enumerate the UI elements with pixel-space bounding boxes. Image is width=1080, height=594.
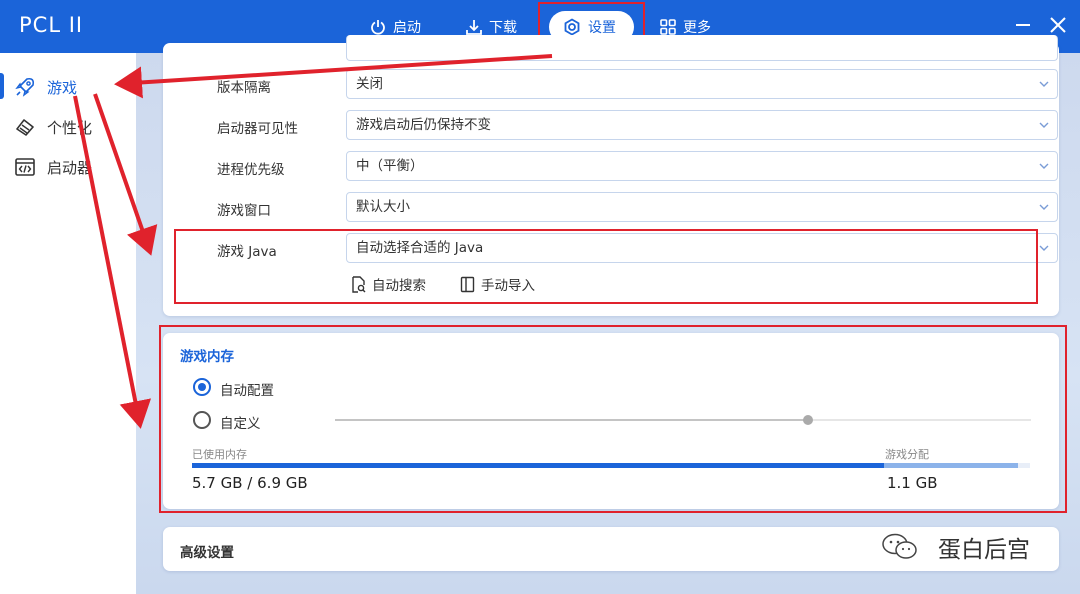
app-title: PCL II (19, 13, 84, 37)
sidebar-item-personalize[interactable]: 个性化 (0, 111, 136, 141)
nav-more-label: 更多 (683, 20, 711, 36)
download-icon (466, 20, 482, 35)
watermark-text: 蛋白后宫 (938, 537, 1030, 563)
nav-launch-label: 启动 (393, 20, 421, 36)
game-window-value: 默认大小 (356, 199, 410, 215)
process-priority-dropdown[interactable]: 中（平衡） (346, 151, 1058, 181)
game-window-dropdown[interactable]: 默认大小 (346, 192, 1058, 222)
launcher-visibility-value: 游戏启动后仍保持不变 (356, 117, 491, 133)
sidebar-item-launcher[interactable]: 启动器 (0, 151, 136, 181)
watermark: 蛋白后宫 (880, 530, 1030, 564)
version-isolation-dropdown[interactable]: 关闭 (346, 69, 1058, 99)
version-isolation-label: 版本隔离 (217, 80, 271, 96)
game-window-label: 游戏窗口 (217, 203, 271, 219)
advanced-settings-title: 高级设置 (180, 545, 234, 561)
rocket-icon (15, 77, 35, 97)
java-highlight-box (174, 229, 1038, 304)
close-icon[interactable] (1047, 14, 1069, 36)
grid-icon (660, 19, 676, 35)
launcher-visibility-label: 启动器可见性 (217, 121, 298, 137)
chevron-down-icon (1039, 163, 1049, 169)
memory-highlight-box (159, 325, 1067, 513)
sidebar: 游戏 个性化 启动器 (0, 53, 136, 594)
code-window-icon (15, 158, 35, 176)
nav-download-label: 下载 (489, 20, 517, 36)
sidebar-item-game[interactable]: 游戏 (0, 71, 136, 101)
chevron-down-icon (1039, 204, 1049, 210)
version-isolation-value: 关闭 (356, 76, 383, 92)
wechat-icon (882, 533, 917, 559)
minimize-icon[interactable] (1012, 14, 1034, 36)
sidebar-item-label: 启动器 (47, 159, 93, 177)
launcher-visibility-dropdown[interactable]: 游戏启动后仍保持不变 (346, 110, 1058, 140)
chevron-down-icon (1039, 122, 1049, 128)
sidebar-item-label: 个性化 (47, 119, 93, 137)
brush-icon (16, 119, 34, 136)
chevron-down-icon (1039, 81, 1049, 87)
chevron-down-icon (1039, 245, 1049, 251)
process-priority-value: 中（平衡） (356, 158, 424, 174)
power-icon (371, 20, 385, 35)
hidden-row-dropdown[interactable] (346, 35, 1058, 61)
sidebar-item-label: 游戏 (47, 79, 78, 97)
process-priority-label: 进程优先级 (217, 162, 285, 178)
